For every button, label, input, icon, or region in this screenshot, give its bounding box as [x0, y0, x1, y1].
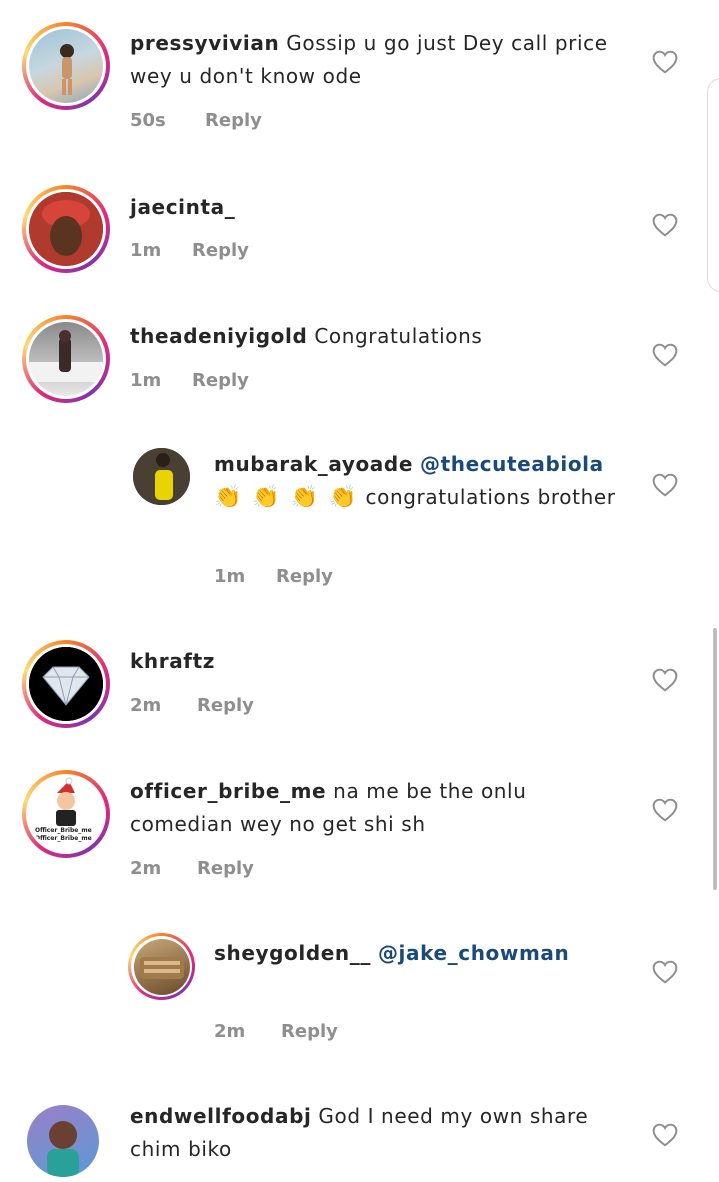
comment-text: pressyvivian Gossip u go just Dey call p…: [130, 31, 608, 88]
reply-button[interactable]: Reply: [197, 695, 254, 716]
food-photo-icon: [139, 956, 184, 979]
comment-text: sheygolden__ @jake_chowman: [214, 937, 634, 970]
comment-text: mubarak_ayoade @thecuteabiola 👏 👏 👏 👏 co…: [214, 452, 616, 510]
reply-button[interactable]: Reply: [281, 1021, 338, 1042]
timestamp: 1m: [130, 240, 162, 261]
comment-text: jaecinta_: [130, 191, 640, 224]
avatar[interactable]: [22, 315, 110, 403]
avatar[interactable]: Officer_Bribe_me Officer_Bribe_me: [22, 770, 110, 858]
comment-meta: 1m Reply: [130, 370, 249, 391]
heart-outline-icon[interactable]: [652, 1123, 678, 1147]
comment-text: endwellfoodabj God I need my own share c…: [130, 1104, 589, 1161]
avatar[interactable]: [22, 640, 110, 728]
avatar-caption: Officer_Bribe_me: [35, 827, 92, 834]
avatar[interactable]: [22, 185, 110, 273]
timestamp: 2m: [130, 695, 162, 716]
avatar-caption: Officer_Bribe_me: [35, 835, 92, 842]
heart-outline-icon[interactable]: [652, 473, 678, 497]
mention-link[interactable]: @jake_chowman: [378, 941, 569, 965]
scrollbar[interactable]: [713, 628, 717, 890]
comment-meta: 2m Reply: [130, 858, 254, 879]
reply-button[interactable]: Reply: [192, 370, 249, 391]
timestamp: 1m: [130, 370, 162, 391]
avatar[interactable]: [128, 933, 195, 1000]
portrait-photo-icon: [29, 192, 103, 266]
woman-portrait-photo-icon: [47, 1121, 79, 1177]
comment-meta: 2m Reply: [214, 1021, 338, 1042]
avatar[interactable]: [22, 22, 110, 110]
timestamp: 1m: [214, 566, 246, 587]
mention-link[interactable]: @thecuteabiola: [420, 452, 604, 476]
username[interactable]: sheygolden__: [214, 941, 371, 965]
clapping-hands-icon: 👏 👏 👏 👏: [214, 485, 359, 510]
diamond-icon: [29, 647, 103, 721]
username[interactable]: jaecinta_: [130, 195, 235, 219]
heart-outline-icon[interactable]: [652, 213, 678, 237]
comment-meta: 1m Reply: [214, 566, 333, 587]
timestamp: 50s: [130, 110, 166, 131]
comment-text: officer_bribe_me na me be the onlu comed…: [130, 779, 527, 836]
man-yellow-photo-icon: [133, 448, 190, 505]
username[interactable]: mubarak_ayoade: [214, 452, 413, 476]
timestamp: 2m: [130, 858, 162, 879]
heart-outline-icon[interactable]: [652, 50, 678, 74]
username[interactable]: pressyvivian: [130, 31, 279, 55]
heart-outline-icon[interactable]: [652, 343, 678, 367]
beach-photo-icon: [60, 44, 74, 95]
comment-meta: 50s Reply: [130, 110, 262, 131]
side-panel-edge: [707, 78, 719, 292]
reply-button[interactable]: Reply: [192, 240, 249, 261]
timestamp: 2m: [214, 1021, 246, 1042]
comment-text: khraftz: [130, 645, 640, 678]
username[interactable]: khraftz: [130, 649, 215, 673]
avatar[interactable]: [133, 448, 190, 505]
avatar[interactable]: [22, 1100, 104, 1182]
comment-meta: 2m Reply: [130, 695, 254, 716]
comment-meta: 1m Reply: [130, 240, 249, 261]
man-by-car-photo-icon: [29, 330, 103, 382]
username[interactable]: officer_bribe_me: [130, 779, 326, 803]
reply-button[interactable]: Reply: [197, 858, 254, 879]
comment-text: theadeniyigold Congratulations: [130, 324, 483, 348]
heart-outline-icon[interactable]: [652, 668, 678, 692]
reply-button[interactable]: Reply: [205, 110, 262, 131]
heart-outline-icon[interactable]: [652, 960, 678, 984]
username[interactable]: theadeniyigold: [130, 324, 307, 348]
reply-button[interactable]: Reply: [276, 566, 333, 587]
heart-outline-icon[interactable]: [652, 798, 678, 822]
username[interactable]: endwellfoodabj: [130, 1104, 311, 1128]
